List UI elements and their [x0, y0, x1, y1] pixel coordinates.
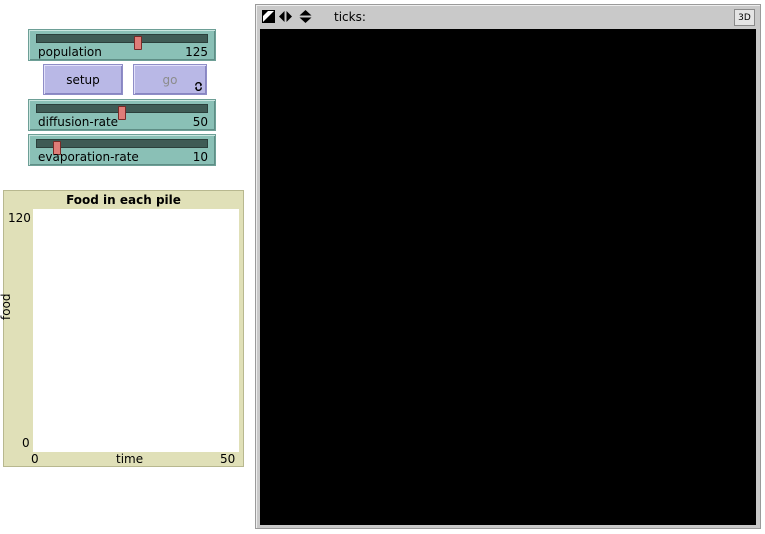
ticks-label: ticks:: [334, 10, 366, 24]
world-canvas[interactable]: [260, 29, 756, 525]
plot-ymin: 0: [22, 436, 30, 450]
slider-value: 125: [185, 45, 208, 59]
view-toolbar: ticks: 3D: [256, 5, 760, 29]
slider-value: 50: [192, 115, 208, 129]
slider-label: diffusion-rate: [38, 115, 119, 129]
go-button[interactable]: go: [133, 64, 207, 95]
vertical-arrows-icon[interactable]: [299, 10, 312, 23]
slider-track[interactable]: [36, 34, 208, 50]
3d-button-label: 3D: [738, 12, 751, 23]
resize-icon[interactable]: [262, 10, 275, 23]
evaporation-rate-slider[interactable]: evaporation-rate 10: [28, 134, 216, 166]
horizontal-arrows-icon[interactable]: [279, 10, 292, 23]
plot-ymax: 120: [8, 211, 31, 225]
plot-area: [33, 209, 239, 452]
slider-label: population: [38, 45, 102, 59]
go-button-label: go: [162, 72, 178, 87]
plot-xlabel: time: [116, 452, 144, 466]
slider-thumb[interactable]: [118, 106, 126, 120]
plot-title: Food in each pile: [66, 193, 181, 207]
slider-value: 10: [192, 150, 208, 164]
population-slider[interactable]: population 125: [28, 29, 216, 61]
forever-icon: [195, 82, 202, 91]
3d-button[interactable]: 3D: [734, 9, 755, 26]
slider-label: evaporation-rate: [38, 150, 139, 164]
slider-thumb[interactable]: [134, 36, 143, 50]
slider-track[interactable]: [36, 139, 208, 155]
plot-ylabel: food: [0, 293, 13, 320]
setup-button-label: setup: [66, 72, 100, 87]
plot-xmin: 0: [31, 452, 39, 466]
world-view: ticks: 3D: [255, 4, 761, 529]
diffusion-rate-slider[interactable]: diffusion-rate 50: [28, 99, 216, 131]
plot-xmax: 50: [220, 452, 236, 466]
food-plot: Food in each pile 120 0 0 time 50: [3, 190, 244, 467]
slider-track[interactable]: [36, 104, 208, 120]
setup-button[interactable]: setup: [43, 64, 123, 95]
